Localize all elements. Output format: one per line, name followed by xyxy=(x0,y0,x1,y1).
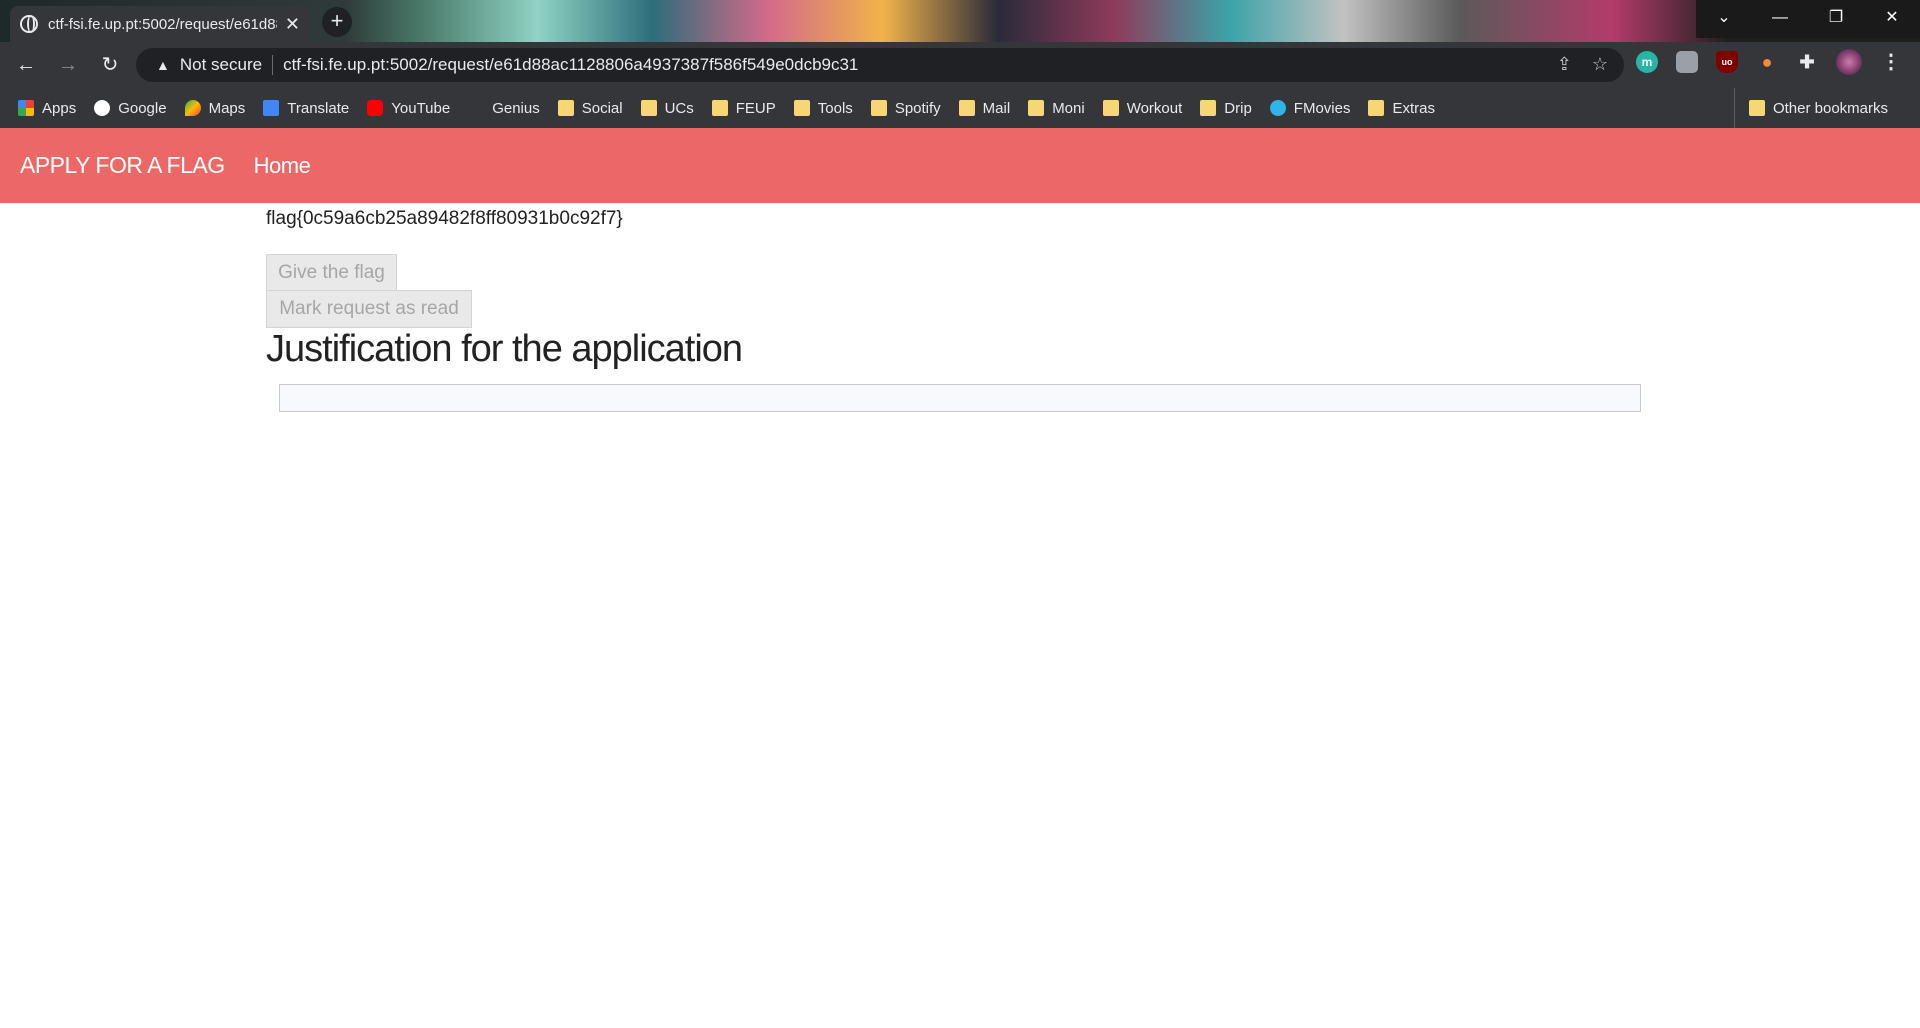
browser-toolbar: ← → ↻ ▲ Not secure ctf-fsi.fe.up.pt:5002… xyxy=(0,42,1920,88)
bookmark-moni[interactable]: Moni xyxy=(1028,100,1085,117)
flag-value: flag{0c59a6cb25a89482f8ff80931b0c92f7} xyxy=(266,208,623,229)
justification-field[interactable] xyxy=(279,384,1641,412)
bookmark-google[interactable]: Google xyxy=(94,99,167,117)
bookmark-spotify[interactable]: Spotify xyxy=(870,99,941,117)
bookmark-label: Google xyxy=(118,99,167,117)
bookmark-label: Workout xyxy=(1126,99,1183,117)
give-flag-button[interactable]: Give the flag xyxy=(266,254,397,292)
site-brand[interactable]: APPLY FOR A FLAG xyxy=(20,152,225,179)
share-icon[interactable]: ⇪ xyxy=(1557,54,1572,75)
back-button[interactable]: ← xyxy=(10,49,42,81)
folder-icon xyxy=(557,100,574,116)
bookmark-label: Apps xyxy=(42,99,77,117)
tab-active[interactable]: ctf-fsi.fe.up.pt:5002/request/e61d88ac11… xyxy=(10,6,310,42)
bookmark-label: UCs xyxy=(664,99,694,117)
extensions-puzzle-icon[interactable]: ✚ xyxy=(1796,51,1818,73)
tab-title: ctf-fsi.fe.up.pt:5002/request/e61d88ac11… xyxy=(47,15,277,33)
bookmark-mail[interactable]: Mail xyxy=(958,99,1011,117)
bookmark-genius[interactable]: Genius xyxy=(468,100,540,117)
tab-search-button[interactable]: ⌄ xyxy=(1696,0,1752,38)
folder-icon xyxy=(1748,100,1765,116)
bookmark-label: Spotify xyxy=(894,99,941,117)
folder-icon xyxy=(711,100,728,116)
genius-icon xyxy=(468,100,484,116)
folder-icon xyxy=(870,100,887,116)
mark-read-button[interactable]: Mark request as read xyxy=(266,290,472,328)
minimize-button[interactable]: — xyxy=(1752,0,1808,38)
restore-button[interactable]: ❐ xyxy=(1808,0,1864,38)
bookmark-drip[interactable]: Drip xyxy=(1200,100,1252,117)
bookmark-ucs[interactable]: UCs xyxy=(640,99,694,117)
fmovies-icon xyxy=(1269,100,1286,116)
url-text[interactable]: ctf-fsi.fe.up.pt:5002/request/e61d88ac11… xyxy=(283,55,858,75)
folder-icon xyxy=(793,100,810,116)
folder-icon xyxy=(1368,100,1385,116)
bookmark-label: FMovies xyxy=(1293,99,1351,117)
folder-icon xyxy=(640,100,657,116)
bookmark-workout[interactable]: Workout xyxy=(1102,99,1183,117)
bookmark-tools[interactable]: Tools xyxy=(793,99,853,117)
bookmark-translate[interactable]: Translate xyxy=(263,100,349,117)
justification-heading: Justification for the application xyxy=(266,328,743,370)
translate-icon xyxy=(263,100,280,116)
tab-close-icon[interactable]: ✕ xyxy=(285,14,300,35)
bookmark-label: Extras xyxy=(1392,99,1435,117)
globe-icon xyxy=(20,15,38,33)
bookmark-label: Mail xyxy=(982,99,1011,117)
bookmark-label: FEUP xyxy=(735,99,776,117)
nav-home-link[interactable]: Home xyxy=(254,153,311,179)
bookmark-apps[interactable]: Apps xyxy=(18,100,76,117)
security-label[interactable]: Not secure xyxy=(180,55,274,75)
title-bar: ctf-fsi.fe.up.pt:5002/request/e61d88ac11… xyxy=(0,0,1920,42)
folder-icon xyxy=(1200,100,1217,116)
bookmark-label: Social xyxy=(581,99,623,117)
bookmark-label: Tools xyxy=(817,99,853,117)
folder-icon xyxy=(1028,100,1045,116)
close-window-button[interactable]: ✕ xyxy=(1864,0,1920,38)
bookmark-other-bookmarks[interactable]: Other bookmarks xyxy=(1733,88,1888,128)
bookmark-label: YouTube xyxy=(391,99,451,117)
address-bar[interactable]: ▲ Not secure ctf-fsi.fe.up.pt:5002/reque… xyxy=(136,48,1624,82)
page-content: APPLY FOR A FLAG Home flag{0c59a6cb25a89… xyxy=(0,128,1920,1028)
folder-icon xyxy=(1102,100,1119,116)
bookmark-label: Moni xyxy=(1052,99,1085,117)
apps-icon xyxy=(18,100,34,116)
bookmark-youtube[interactable]: YouTube xyxy=(367,100,450,117)
browser-menu-icon[interactable]: ⋮ xyxy=(1880,51,1902,73)
extensions-bar: m uo ● ✚ ⋮ xyxy=(1636,49,1902,75)
extension-grey-icon[interactable] xyxy=(1676,51,1698,73)
bookmark-label: Other bookmarks xyxy=(1772,99,1888,117)
bookmark-label: Translate xyxy=(287,99,350,117)
bookmark-extras[interactable]: Extras xyxy=(1368,100,1435,117)
window-controls: ⌄ — ❐ ✕ xyxy=(1696,0,1920,38)
google-icon xyxy=(94,100,111,116)
bookmark-label: Drip xyxy=(1224,99,1252,117)
warning-icon[interactable]: ▲ xyxy=(156,57,170,73)
bookmark-label: Genius xyxy=(492,99,540,117)
bookmark-feup[interactable]: FEUP xyxy=(711,99,776,117)
bookmark-social[interactable]: Social xyxy=(557,99,623,117)
reload-button[interactable]: ↻ xyxy=(94,49,126,81)
extension-flame-icon[interactable]: ● xyxy=(1756,51,1778,73)
ublock-icon[interactable]: uo xyxy=(1716,51,1738,73)
new-tab-button[interactable]: + xyxy=(322,7,352,37)
site-navbar: APPLY FOR A FLAG Home xyxy=(0,128,1920,203)
bookmarks-bar: Apps Google Maps Translate YouTube Genius Soci… xyxy=(0,88,1920,128)
bookmark-label: Maps xyxy=(208,99,246,117)
profile-avatar[interactable] xyxy=(1836,49,1862,75)
forward-button[interactable]: → xyxy=(52,49,84,81)
youtube-icon xyxy=(367,100,384,116)
folder-icon xyxy=(958,100,975,116)
star-icon[interactable]: ☆ xyxy=(1592,54,1608,75)
maps-icon xyxy=(184,100,201,116)
bookmark-fmovies[interactable]: FMovies xyxy=(1269,99,1351,117)
bookmark-maps[interactable]: Maps xyxy=(184,99,246,117)
extension-m-icon[interactable]: m xyxy=(1636,51,1658,73)
